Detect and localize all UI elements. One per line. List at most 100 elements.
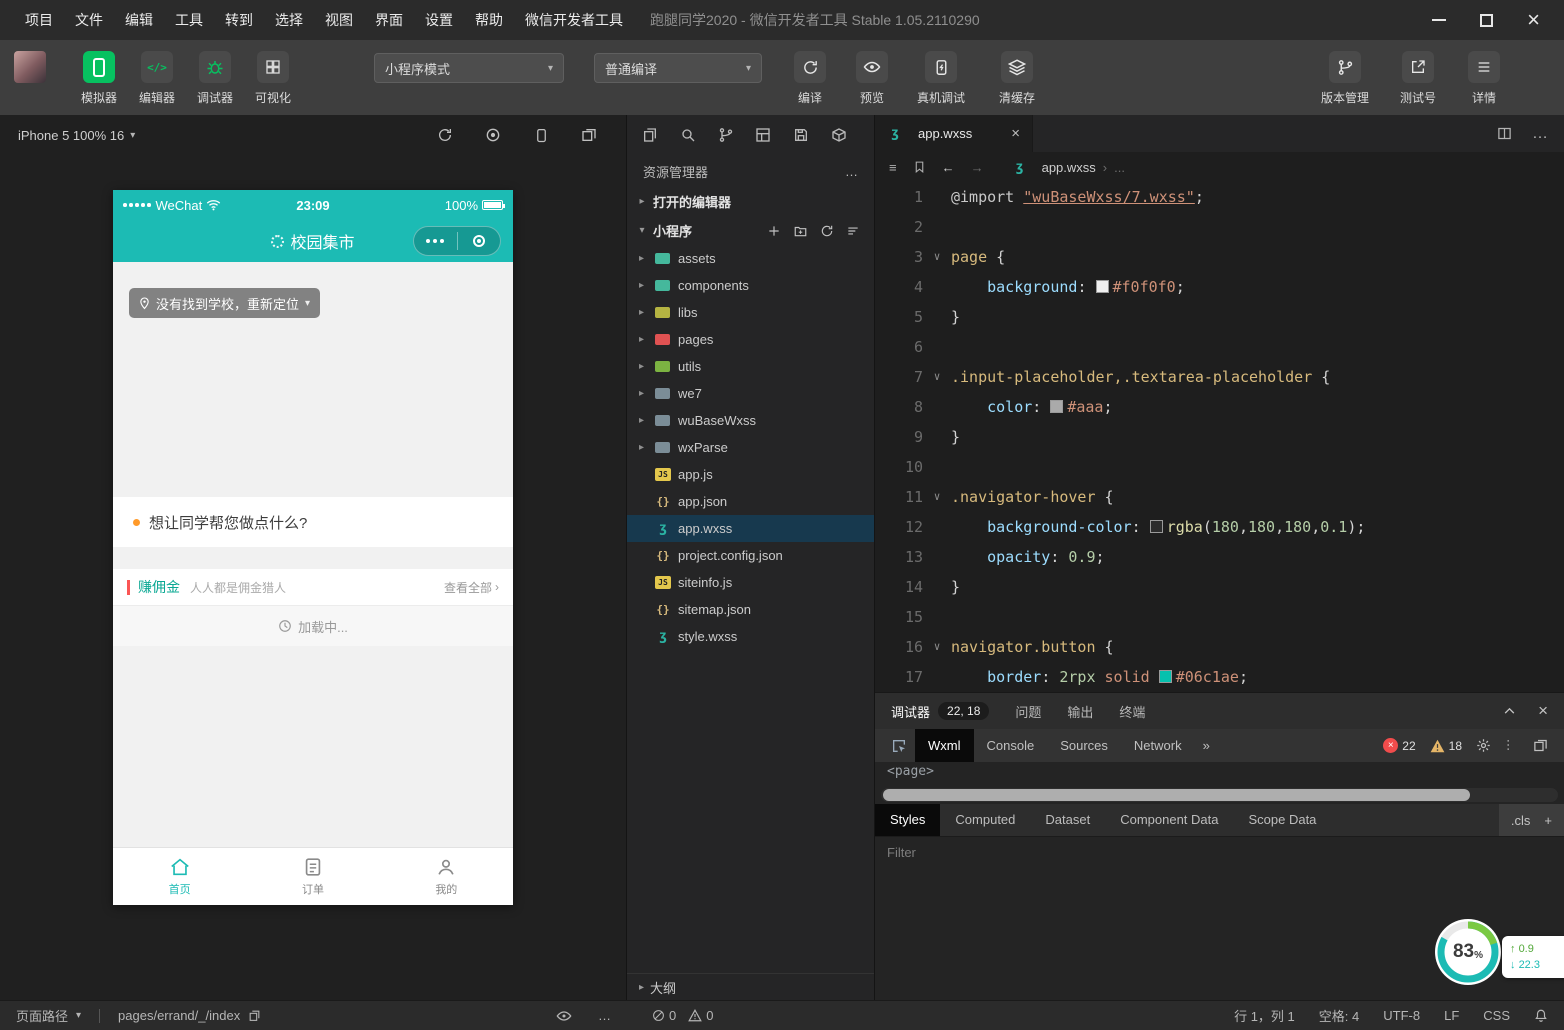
simulator-toggle-button[interactable]: 模拟器 — [70, 51, 128, 106]
menubar-item[interactable]: 文件 — [64, 10, 114, 30]
styles-filter-input[interactable]: Filter — [875, 836, 1564, 868]
popout-devtools-icon[interactable] — [1533, 738, 1548, 753]
editor-toggle-button[interactable]: </> 编辑器 — [128, 51, 186, 106]
tree-item-app.wxss[interactable]: ʒapp.wxss — [627, 515, 874, 542]
more-actions-icon[interactable]: … — [845, 164, 858, 179]
inspector-tab-Scope-Data[interactable]: Scope Data — [1233, 804, 1331, 836]
inspector-tab-Dataset[interactable]: Dataset — [1030, 804, 1105, 836]
device-icon[interactable] — [532, 126, 550, 144]
panel-tab-输出[interactable]: 输出 — [1067, 702, 1093, 721]
device-debug-button[interactable]: 真机调试 — [910, 51, 972, 106]
tree-item-app.js[interactable]: JSapp.js — [627, 461, 874, 488]
collapse-all-icon[interactable] — [846, 224, 860, 238]
close-button[interactable]: × — [1527, 9, 1540, 31]
layout-icon[interactable] — [754, 126, 772, 144]
minimize-button[interactable] — [1432, 19, 1446, 21]
new-file-icon[interactable] — [767, 224, 781, 238]
tree-item-we7[interactable]: ▸we7 — [627, 380, 874, 407]
status-item[interactable]: UTF-8 — [1383, 1008, 1420, 1023]
forward-icon[interactable]: → — [971, 160, 984, 175]
tree-item-pages[interactable]: ▸pages — [627, 326, 874, 353]
menubar-item[interactable]: 转到 — [214, 10, 264, 30]
details-button[interactable]: 详情 — [1460, 51, 1508, 106]
more-menu-button[interactable] — [414, 239, 457, 243]
menubar-item[interactable]: 选择 — [264, 10, 314, 30]
outline-list-icon[interactable]: ≡ — [889, 160, 897, 175]
devtools-tab-Sources[interactable]: Sources — [1047, 729, 1121, 762]
menubar-item[interactable]: 设置 — [414, 10, 464, 30]
files-icon[interactable] — [641, 126, 659, 144]
back-icon[interactable]: ← — [942, 160, 955, 175]
devtools-tab-Console[interactable]: Console — [974, 729, 1048, 762]
notifications-bell-icon[interactable] — [1534, 1008, 1548, 1023]
cls-toggle[interactable]: .cls — [1511, 813, 1531, 828]
avatar[interactable] — [14, 51, 46, 83]
tree-item-sitemap.json[interactable]: {}sitemap.json — [627, 596, 874, 623]
preview-button[interactable]: 预览 — [848, 51, 896, 106]
menubar-item[interactable]: 视图 — [314, 10, 364, 30]
package-icon[interactable] — [830, 126, 848, 144]
status-item[interactable]: LF — [1444, 1008, 1459, 1023]
tree-item-project.config.json[interactable]: {}project.config.json — [627, 542, 874, 569]
project-root-section[interactable]: ▾ 小程序 — [627, 216, 874, 245]
panel-tab-调试器[interactable]: 调试器22, 18 — [891, 702, 989, 721]
editor-tab-app-wxss[interactable]: ʒ app.wxss × — [875, 115, 1033, 152]
error-count[interactable]: × 22 — [1383, 738, 1415, 753]
menubar-item[interactable]: 界面 — [364, 10, 414, 30]
save-icon[interactable] — [792, 126, 810, 144]
menubar-item[interactable]: 编辑 — [114, 10, 164, 30]
menubar-item[interactable]: 项目 — [14, 10, 64, 30]
horizontal-scrollbar[interactable] — [881, 788, 1558, 802]
fold-icon[interactable]: ∨ — [923, 482, 951, 512]
prompt-row[interactable]: 想让同学帮您做点什么? — [113, 497, 513, 547]
copy-path-icon[interactable] — [248, 1009, 261, 1022]
preview-eye-icon[interactable] — [556, 1001, 572, 1030]
menubar-item[interactable]: 微信开发者工具 — [514, 10, 634, 30]
inspector-tab-Component-Data[interactable]: Component Data — [1105, 804, 1233, 836]
search-icon[interactable] — [679, 126, 697, 144]
split-editor-icon[interactable] — [1497, 126, 1512, 141]
more-actions-icon[interactable]: … — [598, 1001, 611, 1030]
inspector-tab-Styles[interactable]: Styles — [875, 804, 940, 836]
page-path-value[interactable]: pages/errand/_/index — [118, 1008, 240, 1023]
performance-gauge[interactable]: 83% — [1434, 918, 1502, 986]
add-class-icon[interactable]: + — [1544, 813, 1552, 828]
bookmark-icon[interactable] — [913, 160, 926, 174]
test-account-button[interactable]: 测试号 — [1394, 51, 1442, 106]
close-tab-icon[interactable]: × — [1011, 125, 1020, 142]
problems-indicator[interactable]: 0 0 — [652, 1001, 713, 1030]
refresh-icon[interactable] — [436, 126, 454, 144]
compile-button[interactable]: 编译 — [786, 51, 834, 106]
devtools-tab-Network[interactable]: Network — [1121, 729, 1195, 762]
fold-icon[interactable]: ∨ — [923, 242, 951, 272]
breadcrumb[interactable]: ʒ app.wxss › ... — [1012, 160, 1125, 175]
close-miniprogram-button[interactable] — [458, 235, 501, 247]
device-selector[interactable]: iPhone 5 100% 16 — [18, 128, 124, 143]
chevron-down-icon[interactable]: ▾ — [130, 130, 135, 141]
page-path-label[interactable]: 页面路径 — [16, 1006, 68, 1025]
inspect-element-icon[interactable] — [891, 738, 907, 754]
menubar-item[interactable]: 帮助 — [464, 10, 514, 30]
status-item[interactable]: 空格: 4 — [1319, 1006, 1359, 1025]
tab-orders[interactable]: 订单 — [246, 848, 379, 905]
source-control-icon[interactable] — [717, 126, 735, 144]
warning-count[interactable]: 18 — [1430, 739, 1462, 753]
relocate-button[interactable]: 没有找到学校，重新定位 ▾ — [129, 288, 320, 318]
tree-item-siteinfo.js[interactable]: JSsiteinfo.js — [627, 569, 874, 596]
inspector-tab-Computed[interactable]: Computed — [940, 804, 1030, 836]
more-actions-icon[interactable]: … — [1532, 125, 1548, 143]
tree-item-utils[interactable]: ▸utils — [627, 353, 874, 380]
tree-item-components[interactable]: ▸components — [627, 272, 874, 299]
tree-item-wuBaseWxss[interactable]: ▸wuBaseWxss — [627, 407, 874, 434]
clear-cache-button[interactable]: 清缓存 — [986, 51, 1048, 106]
close-panel-icon[interactable]: × — [1538, 701, 1548, 721]
compile-mode-select[interactable]: 普通编译▾ — [594, 53, 762, 83]
status-item[interactable]: CSS — [1483, 1008, 1510, 1023]
code-editor[interactable]: 1@import "wuBaseWxss/7.wxss";23∨page {4 … — [875, 182, 1564, 692]
new-folder-icon[interactable] — [793, 224, 808, 238]
status-item[interactable]: 行 1，列 1 — [1234, 1006, 1295, 1025]
settings-gear-icon[interactable] — [1476, 738, 1491, 753]
menubar-item[interactable]: 工具 — [164, 10, 214, 30]
fold-icon[interactable]: ∨ — [923, 362, 951, 392]
outline-section[interactable]: ▸ 大纲 — [627, 973, 874, 1000]
